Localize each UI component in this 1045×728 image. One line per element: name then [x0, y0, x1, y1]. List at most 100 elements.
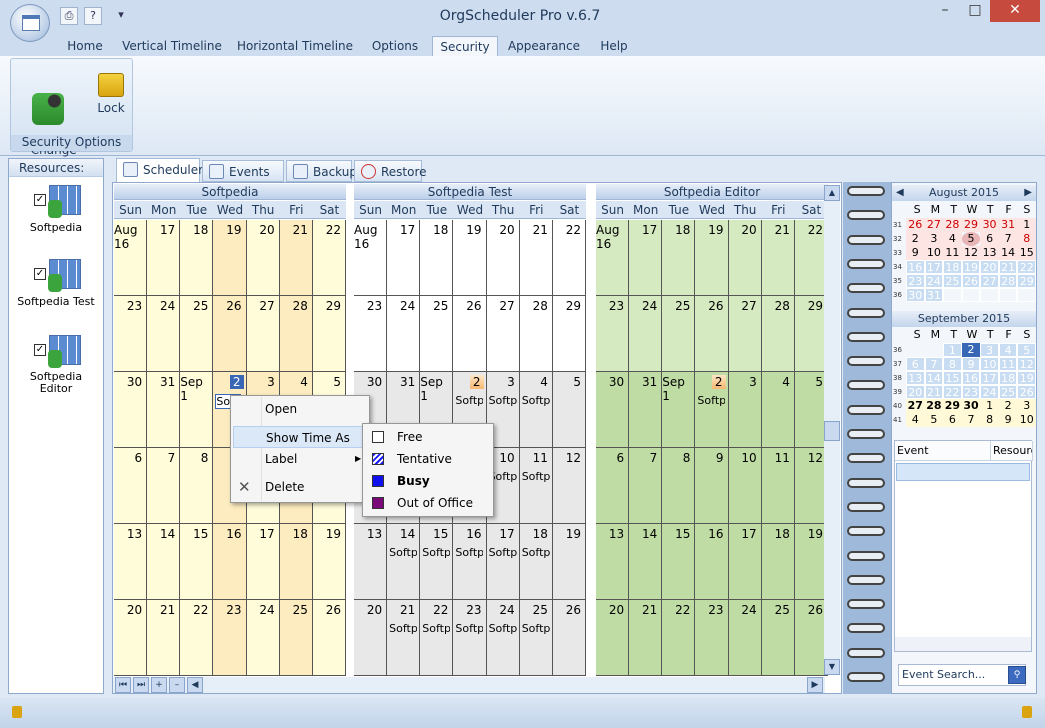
menu-item-label[interactable]: Label: [233, 448, 367, 470]
mini-day[interactable]: [925, 343, 944, 357]
mini-day[interactable]: 23: [906, 274, 925, 288]
mini-day[interactable]: 18: [943, 260, 962, 274]
tab-events-list[interactable]: Events List: [202, 160, 284, 201]
day-cell[interactable]: 19: [552, 524, 586, 600]
day-cell[interactable]: 17 Softpedia: [486, 524, 520, 600]
mini-day[interactable]: [943, 288, 962, 302]
submenu-item-free[interactable]: Free: [365, 426, 491, 448]
mini-day[interactable]: 4: [906, 413, 925, 427]
menu-item-delete[interactable]: Delete: [233, 476, 367, 498]
day-cell[interactable]: 15: [180, 524, 214, 600]
day-cell[interactable]: 11 Softpedia: [519, 448, 553, 524]
day-cell[interactable]: 18: [180, 220, 214, 296]
mini-day[interactable]: 13: [980, 246, 999, 260]
day-cell[interactable]: 22: [662, 600, 696, 676]
day-cell[interactable]: 2 Softpedia: [695, 372, 729, 448]
day-cell[interactable]: 20: [114, 600, 148, 676]
mini-day[interactable]: 5: [961, 232, 981, 246]
day-cell[interactable]: 20: [246, 220, 280, 296]
mini-day[interactable]: 4: [998, 343, 1018, 357]
mini-day[interactable]: 22: [943, 385, 962, 399]
resource-softpedia-test[interactable]: ✓ Softpedia Test: [9, 259, 103, 319]
day-cell[interactable]: 5: [794, 372, 828, 448]
mini-day[interactable]: 6: [943, 413, 962, 427]
day-cell[interactable]: 21: [519, 220, 553, 296]
day-cell[interactable]: 8: [662, 448, 696, 524]
application-menu-button[interactable]: [10, 4, 50, 42]
tab-options[interactable]: Options: [366, 36, 424, 56]
mini-day[interactable]: 25: [943, 274, 962, 288]
day-cell[interactable]: 24: [387, 296, 421, 372]
mini-day[interactable]: 8: [980, 413, 999, 427]
day-cell[interactable]: 30: [596, 372, 630, 448]
event-table-row[interactable]: [896, 463, 1030, 481]
day-cell[interactable]: 24: [629, 296, 663, 372]
day-cell[interactable]: 17: [387, 220, 421, 296]
day-cell[interactable]: 23: [213, 600, 247, 676]
resource-column-header[interactable]: Resource: [991, 441, 1033, 461]
mini-day[interactable]: 28: [998, 274, 1018, 288]
calendar-event[interactable]: Softpedia: [489, 394, 517, 407]
tab-appearance[interactable]: Appearance: [506, 36, 582, 56]
mini-day[interactable]: 11: [943, 246, 962, 260]
mini-day[interactable]: 29: [961, 218, 981, 232]
day-cell[interactable]: 26: [453, 296, 487, 372]
mini-day[interactable]: 29: [943, 399, 962, 413]
submenu-item-out-of-office[interactable]: Out of Office: [365, 492, 491, 514]
mini-day[interactable]: 1: [943, 343, 962, 357]
day-cell[interactable]: 20: [596, 600, 630, 676]
day-cell[interactable]: 17: [728, 524, 762, 600]
mini-day[interactable]: 22: [1017, 260, 1036, 274]
event-search-input[interactable]: Event Search...: [898, 664, 1026, 686]
mini-day[interactable]: 27: [906, 399, 925, 413]
day-cell[interactable]: 31: [147, 372, 181, 448]
mini-day[interactable]: 1: [980, 399, 999, 413]
mini-day[interactable]: 14: [924, 371, 944, 385]
calendar-event[interactable]: Softpedia: [455, 622, 483, 635]
day-cell[interactable]: 21: [279, 220, 313, 296]
day-cell[interactable]: 22 Softpedia: [420, 600, 454, 676]
calendar-event[interactable]: Softpedia: [522, 470, 550, 483]
day-cell[interactable]: Sep 1: [180, 372, 214, 448]
calendar-event[interactable]: Softpedia: [455, 546, 483, 559]
day-cell[interactable]: 26: [312, 600, 346, 676]
day-cell[interactable]: 18: [279, 524, 313, 600]
mini-day[interactable]: 26: [906, 218, 925, 232]
mini-day[interactable]: 9: [961, 357, 981, 371]
day-cell[interactable]: 18: [662, 220, 696, 296]
day-cell[interactable]: 13: [354, 524, 388, 600]
add-icon[interactable]: +: [151, 677, 167, 693]
day-cell[interactable]: 25: [180, 296, 214, 372]
day-cell[interactable]: 19: [453, 220, 487, 296]
day-cell[interactable]: 26: [695, 296, 729, 372]
event-table-hscrollbar[interactable]: [895, 637, 1031, 651]
next-month-icon[interactable]: ▶: [1024, 185, 1032, 201]
mini-day[interactable]: 20: [980, 260, 999, 274]
mini-day[interactable]: 16: [961, 371, 981, 385]
day-cell[interactable]: 16 Softpedia: [453, 524, 487, 600]
tab-scheduler[interactable]: Scheduler: [116, 158, 203, 182]
mini-day[interactable]: 4: [943, 232, 962, 246]
tab-backup[interactable]: Backup: [286, 160, 357, 182]
day-cell[interactable]: 5: [552, 372, 586, 448]
mini-day[interactable]: 12: [961, 246, 981, 260]
remove-icon[interactable]: –: [169, 677, 185, 693]
mini-day[interactable]: 6: [980, 232, 999, 246]
mini-day[interactable]: 25: [998, 385, 1018, 399]
horizontal-scrollbar[interactable]: ⏮ ⏭ + – ◀ ▶: [113, 677, 825, 693]
day-cell[interactable]: 9: [695, 448, 729, 524]
mini-day[interactable]: [961, 288, 981, 302]
mini-day[interactable]: 16: [906, 260, 925, 274]
day-cell[interactable]: 17: [629, 220, 663, 296]
tab-vertical-timeline[interactable]: Vertical Timeline: [120, 36, 224, 56]
calendar-event[interactable]: Softpedia: [489, 622, 517, 635]
calendar-event[interactable]: Softpedia: [522, 394, 550, 407]
day-cell[interactable]: 24: [728, 600, 762, 676]
mini-day[interactable]: 29: [1017, 274, 1036, 288]
menu-item-show-time-as[interactable]: Show Time As: [233, 426, 367, 448]
quick-access-more-button[interactable]: ▾: [112, 7, 130, 25]
resource-checkbox[interactable]: ✓: [34, 268, 46, 280]
day-cell[interactable]: 25: [662, 296, 696, 372]
tab-home[interactable]: Home: [58, 36, 112, 56]
day-cell[interactable]: 12: [552, 448, 586, 524]
